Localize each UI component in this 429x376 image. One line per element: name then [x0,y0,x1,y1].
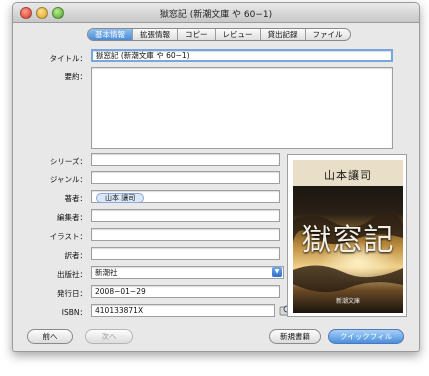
illustrator-field[interactable] [91,228,280,241]
cover-title: 獄窓記 [301,223,395,258]
cover-publisher: 新潮文庫 [335,298,360,305]
isbn-label: ISBN： [61,308,87,317]
editor-field[interactable] [91,209,280,222]
cover-author: 山本讓司 [324,169,372,182]
tab-review[interactable]: レビュー [216,29,261,40]
tab-copy[interactable]: コピー [178,29,216,40]
author-token[interactable]: 山本 讓司 [96,193,145,203]
publisher-combobox[interactable]: 新潮社 [91,266,284,279]
tab-extended-info[interactable]: 拡張情報 [133,29,178,40]
title-bar[interactable]: 獄窓記 (新潮文庫 や 60−1) [13,3,419,23]
tab-basic-info[interactable]: 基本情報 [88,29,133,40]
editor-label: 編集者： [57,213,87,222]
date-field[interactable]: 2008−01−29 [91,285,280,298]
illustrator-label: イラスト： [49,232,87,241]
date-label: 発行日： [57,289,87,298]
next-button[interactable]: 次へ [85,329,133,344]
summary-label: 要約： [64,72,88,81]
chevron-down-icon[interactable]: ▼ [272,267,282,277]
translator-label: 訳者： [64,251,88,260]
genre-label: ジャンル： [49,175,87,184]
series-field[interactable] [91,153,280,166]
book-cover: 山本讓司 獄窓記 新潮文庫 [293,160,403,313]
title-field[interactable]: 獄窓記 (新潮文庫 や 60−1) [91,49,393,62]
tab-loan-record[interactable]: 貸出記録 [261,29,306,40]
title-label: タイトル： [49,54,88,63]
window-title: 獄窓記 (新潮文庫 や 60−1) [159,10,273,20]
tab-file[interactable]: ファイル [306,29,350,40]
publisher-label: 出版社： [57,270,87,279]
tab-bar: 基本情報 拡張情報 コピー レビュー 貸出記録 ファイル [87,28,351,41]
series-label: シリーズ： [49,157,87,166]
summary-field[interactable] [91,67,393,149]
new-book-button[interactable]: 新規書籍 [269,329,321,344]
book-info-window: 獄窓記 (新潮文庫 や 60−1) 基本情報 拡張情報 コピー レビュー 貸出記… [12,2,420,352]
isbn-field[interactable]: 410133871X [91,304,275,317]
author-label: 著者： [64,194,88,203]
genre-field[interactable] [91,171,280,184]
quick-fill-button[interactable]: クイックフィル [328,329,404,344]
translator-field[interactable] [91,247,280,260]
cover-image-well[interactable]: 山本讓司 獄窓記 新潮文庫 [287,154,407,317]
prev-button[interactable]: 前へ [27,329,73,344]
